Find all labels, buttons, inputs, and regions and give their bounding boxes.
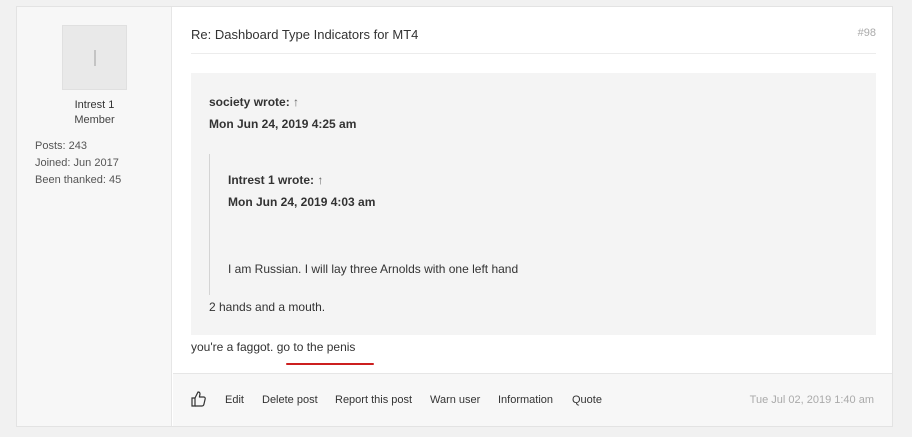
post-timestamp: Tue Jul 02, 2019 1:40 am <box>749 394 874 406</box>
delete-post-button[interactable]: Delete post <box>262 394 318 406</box>
thumbs-up-icon[interactable] <box>190 390 208 408</box>
post-body-link[interactable]: go to the penis <box>277 340 356 354</box>
quote-button[interactable]: Quote <box>572 394 602 406</box>
quote-block: society wrote: ↑ Mon Jun 24, 2019 4:25 a… <box>191 73 876 335</box>
author-stats: Posts: 243 Joined: Jun 2017 Been thanked… <box>35 138 121 189</box>
nested-quote-author-label: Intrest 1 wrote: <box>228 173 315 187</box>
divider <box>191 53 876 54</box>
quote-date: Mon Jun 24, 2019 4:25 am <box>209 117 357 131</box>
nested-quote-date: Mon Jun 24, 2019 4:03 am <box>228 195 376 209</box>
stat-thanked-value: 45 <box>109 174 122 186</box>
nested-quote-block: Intrest 1 wrote: ↑ Mon Jun 24, 2019 4:03… <box>209 154 850 295</box>
quote-text: 2 hands and a mouth. <box>209 300 326 314</box>
post-author-sidebar: Intrest 1 Member Posts: 243 Joined: Jun … <box>17 7 172 426</box>
post-content: Re: Dashboard Type Indicators for MT4 #9… <box>173 7 892 426</box>
post-body: you're a faggot. go to the penis <box>191 340 355 354</box>
stat-joined: Joined: Jun 2017 <box>35 155 121 172</box>
stat-posts-value[interactable]: 243 <box>69 140 87 152</box>
quote-source-arrow-icon[interactable]: ↑ <box>293 95 299 109</box>
stat-thanked: Been thanked: 45 <box>35 172 121 189</box>
report-post-button[interactable]: Report this post <box>335 394 412 406</box>
author-rank: Member <box>74 114 115 126</box>
post-number[interactable]: #98 <box>858 27 876 39</box>
stat-joined-value: Jun 2017 <box>73 157 119 169</box>
post-title[interactable]: Re: Dashboard Type Indicators for MT4 <box>191 27 418 42</box>
post-actions-bar: Edit Delete post Report this post Warn u… <box>173 373 892 426</box>
edit-button[interactable]: Edit <box>225 394 244 406</box>
nested-quote-author: Intrest 1 wrote: ↑ <box>228 173 323 187</box>
nested-quote-text: I am Russian. I will lay three Arnolds w… <box>228 262 519 276</box>
warn-user-button[interactable]: Warn user <box>430 394 480 406</box>
annotation-underline <box>286 363 374 365</box>
quote-author: society wrote: ↑ <box>209 95 299 109</box>
stat-posts-label: Posts: <box>35 140 66 152</box>
forum-post: Intrest 1 Member Posts: 243 Joined: Jun … <box>16 6 893 427</box>
stat-thanked-label: Been thanked: <box>35 174 106 186</box>
avatar[interactable] <box>62 25 127 90</box>
author-username[interactable]: Intrest 1 <box>17 99 172 111</box>
nested-quote-source-arrow-icon[interactable]: ↑ <box>317 173 323 187</box>
avatar-placeholder-icon <box>94 50 96 66</box>
stat-posts: Posts: 243 <box>35 138 121 155</box>
quote-author-label: society wrote: <box>209 95 290 109</box>
post-body-text: you're a faggot. <box>191 340 274 354</box>
stat-joined-label: Joined: <box>35 157 71 169</box>
information-button[interactable]: Information <box>498 394 553 406</box>
